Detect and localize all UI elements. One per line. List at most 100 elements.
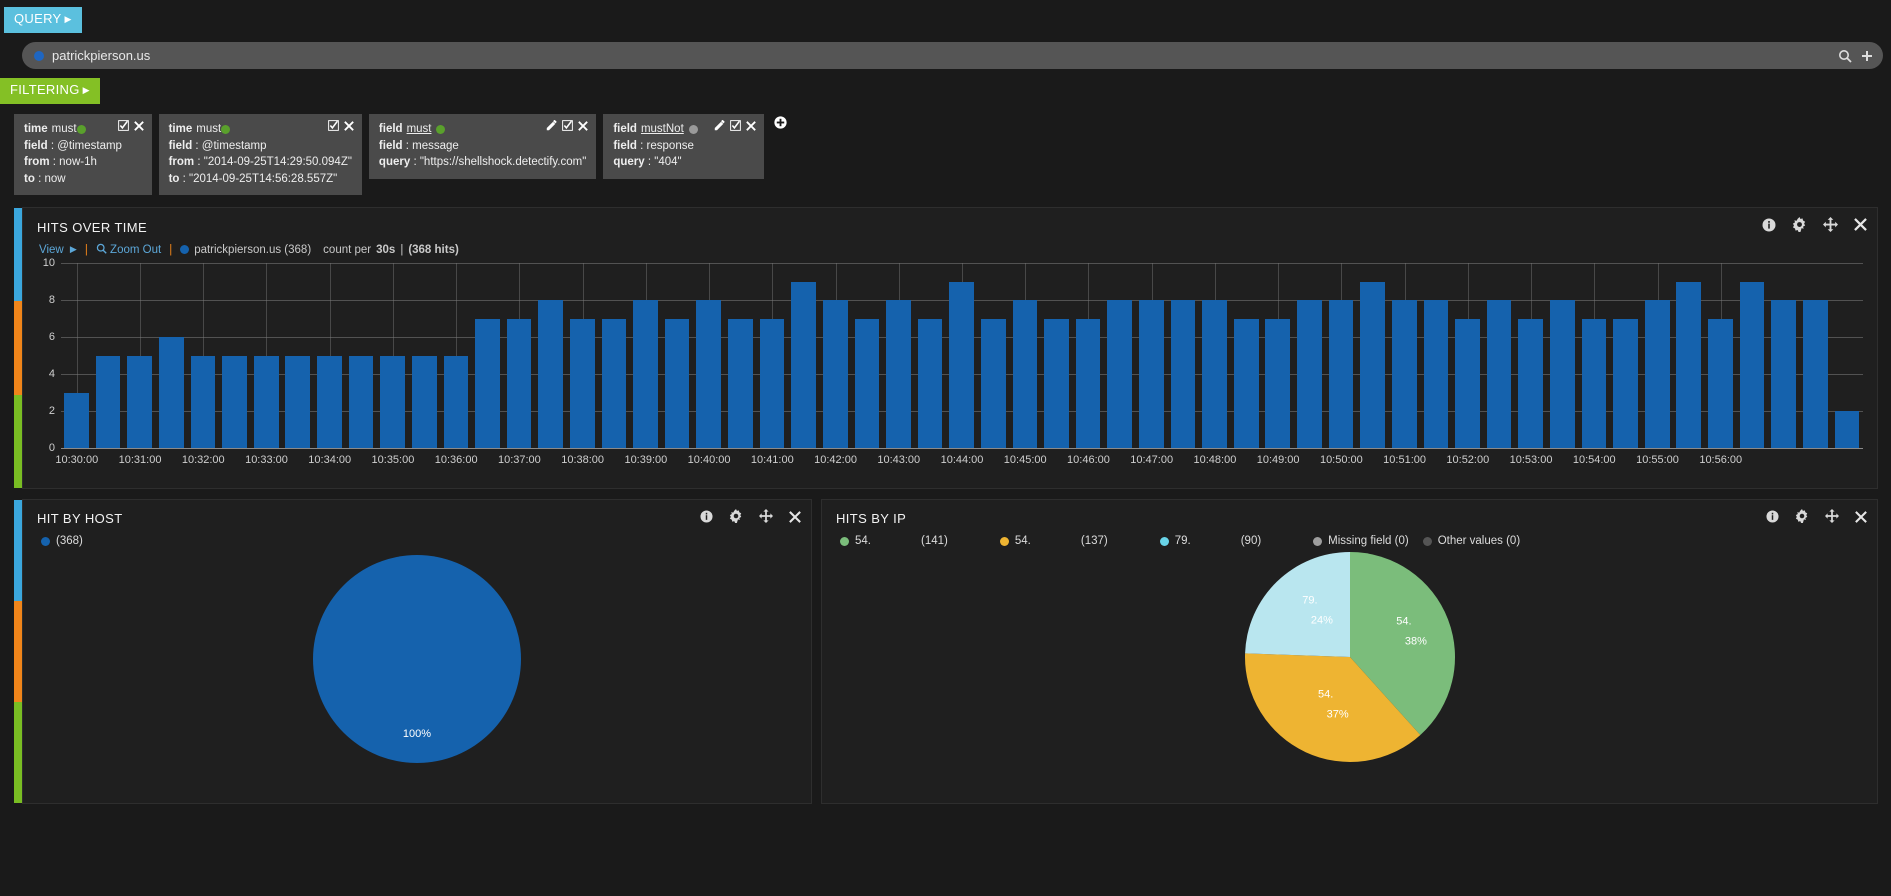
bar[interactable] bbox=[253, 355, 279, 448]
bar[interactable] bbox=[886, 300, 911, 448]
bar[interactable] bbox=[95, 355, 121, 448]
bar[interactable] bbox=[475, 318, 500, 448]
zoom-out-button[interactable]: Zoom Out bbox=[96, 243, 161, 256]
bar[interactable] bbox=[1202, 300, 1227, 448]
bar[interactable] bbox=[1044, 318, 1069, 448]
bar[interactable] bbox=[317, 355, 342, 448]
host-pie-chart[interactable]: 100% bbox=[23, 547, 811, 777]
move-icon[interactable] bbox=[1825, 509, 1839, 528]
bar[interactable] bbox=[1107, 300, 1133, 448]
info-icon[interactable] bbox=[1762, 218, 1776, 237]
bar[interactable] bbox=[569, 318, 595, 448]
add-filter-button[interactable] bbox=[774, 116, 787, 131]
bar[interactable] bbox=[1012, 300, 1038, 448]
search-icon[interactable] bbox=[1838, 49, 1852, 63]
bar[interactable] bbox=[1265, 318, 1291, 448]
bar[interactable] bbox=[1802, 300, 1828, 448]
bar[interactable] bbox=[1644, 300, 1670, 448]
bar[interactable] bbox=[601, 318, 627, 448]
filter-card[interactable]: field mustNot field : response query : "4… bbox=[603, 114, 764, 179]
legend-item[interactable]: 54. (141) bbox=[840, 535, 948, 547]
edit-icon[interactable] bbox=[714, 119, 725, 134]
filter-mode[interactable]: must bbox=[196, 121, 221, 138]
toggle-icon[interactable] bbox=[729, 120, 741, 134]
close-icon[interactable] bbox=[133, 120, 144, 134]
bar[interactable] bbox=[64, 392, 89, 448]
bar[interactable] bbox=[443, 355, 469, 448]
bar[interactable] bbox=[1455, 318, 1480, 448]
bar[interactable] bbox=[1233, 318, 1259, 448]
bar[interactable] bbox=[1771, 300, 1796, 448]
bar[interactable] bbox=[1486, 300, 1512, 448]
query-input[interactable]: patrickpierson.us bbox=[22, 42, 1883, 69]
bar[interactable] bbox=[1518, 318, 1544, 448]
bar[interactable] bbox=[506, 318, 532, 448]
bar[interactable] bbox=[190, 355, 216, 448]
close-icon[interactable] bbox=[745, 120, 756, 134]
info-icon[interactable] bbox=[700, 509, 713, 528]
hits-chart[interactable]: 0 2 4 6 8 10 10:30:00 10:31:00 10:32:00 10:33:00… bbox=[23, 257, 1877, 472]
filter-card[interactable]: field must field : message query : "https… bbox=[368, 114, 597, 179]
bar[interactable] bbox=[1328, 300, 1354, 448]
bar[interactable] bbox=[1297, 300, 1322, 448]
bar[interactable] bbox=[1613, 318, 1638, 448]
bar[interactable] bbox=[411, 355, 437, 448]
bar[interactable] bbox=[1550, 300, 1575, 448]
pie-slice[interactable] bbox=[1244, 551, 1350, 657]
legend-item[interactable]: 54. (137) bbox=[999, 535, 1108, 547]
bar[interactable] bbox=[1739, 281, 1765, 448]
toggle-icon[interactable] bbox=[562, 120, 574, 134]
gear-icon[interactable] bbox=[729, 509, 743, 528]
move-icon[interactable] bbox=[759, 509, 773, 528]
bar[interactable] bbox=[1170, 300, 1196, 448]
bar[interactable] bbox=[538, 300, 564, 448]
view-button[interactable]: View ▶ bbox=[39, 244, 77, 256]
move-icon[interactable] bbox=[1823, 217, 1838, 237]
close-icon[interactable] bbox=[344, 120, 354, 134]
edit-icon[interactable] bbox=[546, 119, 557, 134]
ip-pie-chart[interactable]: 54. 38% 54. 37% 79. 24% bbox=[822, 547, 1877, 777]
bar[interactable] bbox=[980, 318, 1006, 448]
query-section-tab[interactable]: QUERY ▶ bbox=[4, 7, 82, 33]
bar[interactable] bbox=[791, 281, 816, 448]
bar[interactable] bbox=[1676, 281, 1702, 448]
bar[interactable] bbox=[1708, 318, 1733, 448]
close-icon[interactable] bbox=[578, 120, 589, 134]
bar[interactable] bbox=[1360, 281, 1385, 448]
bar[interactable] bbox=[854, 318, 880, 448]
bar[interactable] bbox=[1423, 300, 1449, 448]
bar[interactable] bbox=[1139, 300, 1164, 448]
bar[interactable] bbox=[159, 337, 184, 448]
bar[interactable] bbox=[696, 300, 722, 448]
filter-mode[interactable]: must bbox=[52, 121, 77, 138]
bar[interactable] bbox=[348, 355, 374, 448]
filtering-section-tab[interactable]: FILTERING ▶ bbox=[0, 78, 100, 104]
bar[interactable] bbox=[222, 355, 247, 448]
close-icon[interactable] bbox=[1854, 218, 1867, 236]
bar[interactable] bbox=[1581, 318, 1607, 448]
filter-mode[interactable]: must bbox=[407, 121, 432, 138]
gear-icon[interactable] bbox=[1795, 509, 1809, 528]
close-icon[interactable] bbox=[789, 510, 801, 528]
info-icon[interactable] bbox=[1766, 509, 1779, 528]
toggle-icon[interactable] bbox=[117, 120, 129, 134]
add-query-icon[interactable] bbox=[1861, 50, 1873, 62]
bar[interactable] bbox=[127, 355, 153, 448]
bar[interactable] bbox=[759, 318, 785, 448]
bar[interactable] bbox=[822, 300, 848, 448]
bar[interactable] bbox=[728, 318, 753, 448]
bar[interactable] bbox=[285, 355, 311, 448]
bar[interactable] bbox=[1391, 300, 1417, 448]
filter-mode[interactable]: mustNot bbox=[641, 121, 684, 138]
bar[interactable] bbox=[949, 281, 974, 448]
filter-card[interactable]: time must field : @timestamp from : "2014… bbox=[158, 114, 362, 195]
close-icon[interactable] bbox=[1855, 510, 1867, 528]
bar[interactable] bbox=[1834, 411, 1860, 448]
bar[interactable] bbox=[917, 318, 943, 448]
bar[interactable] bbox=[633, 300, 658, 448]
bar[interactable] bbox=[1075, 318, 1101, 448]
filter-card[interactable]: time must field : @timestamp from : now-1… bbox=[14, 114, 152, 195]
bar[interactable] bbox=[380, 355, 405, 448]
gear-icon[interactable] bbox=[1792, 217, 1807, 237]
bar[interactable] bbox=[664, 318, 690, 448]
